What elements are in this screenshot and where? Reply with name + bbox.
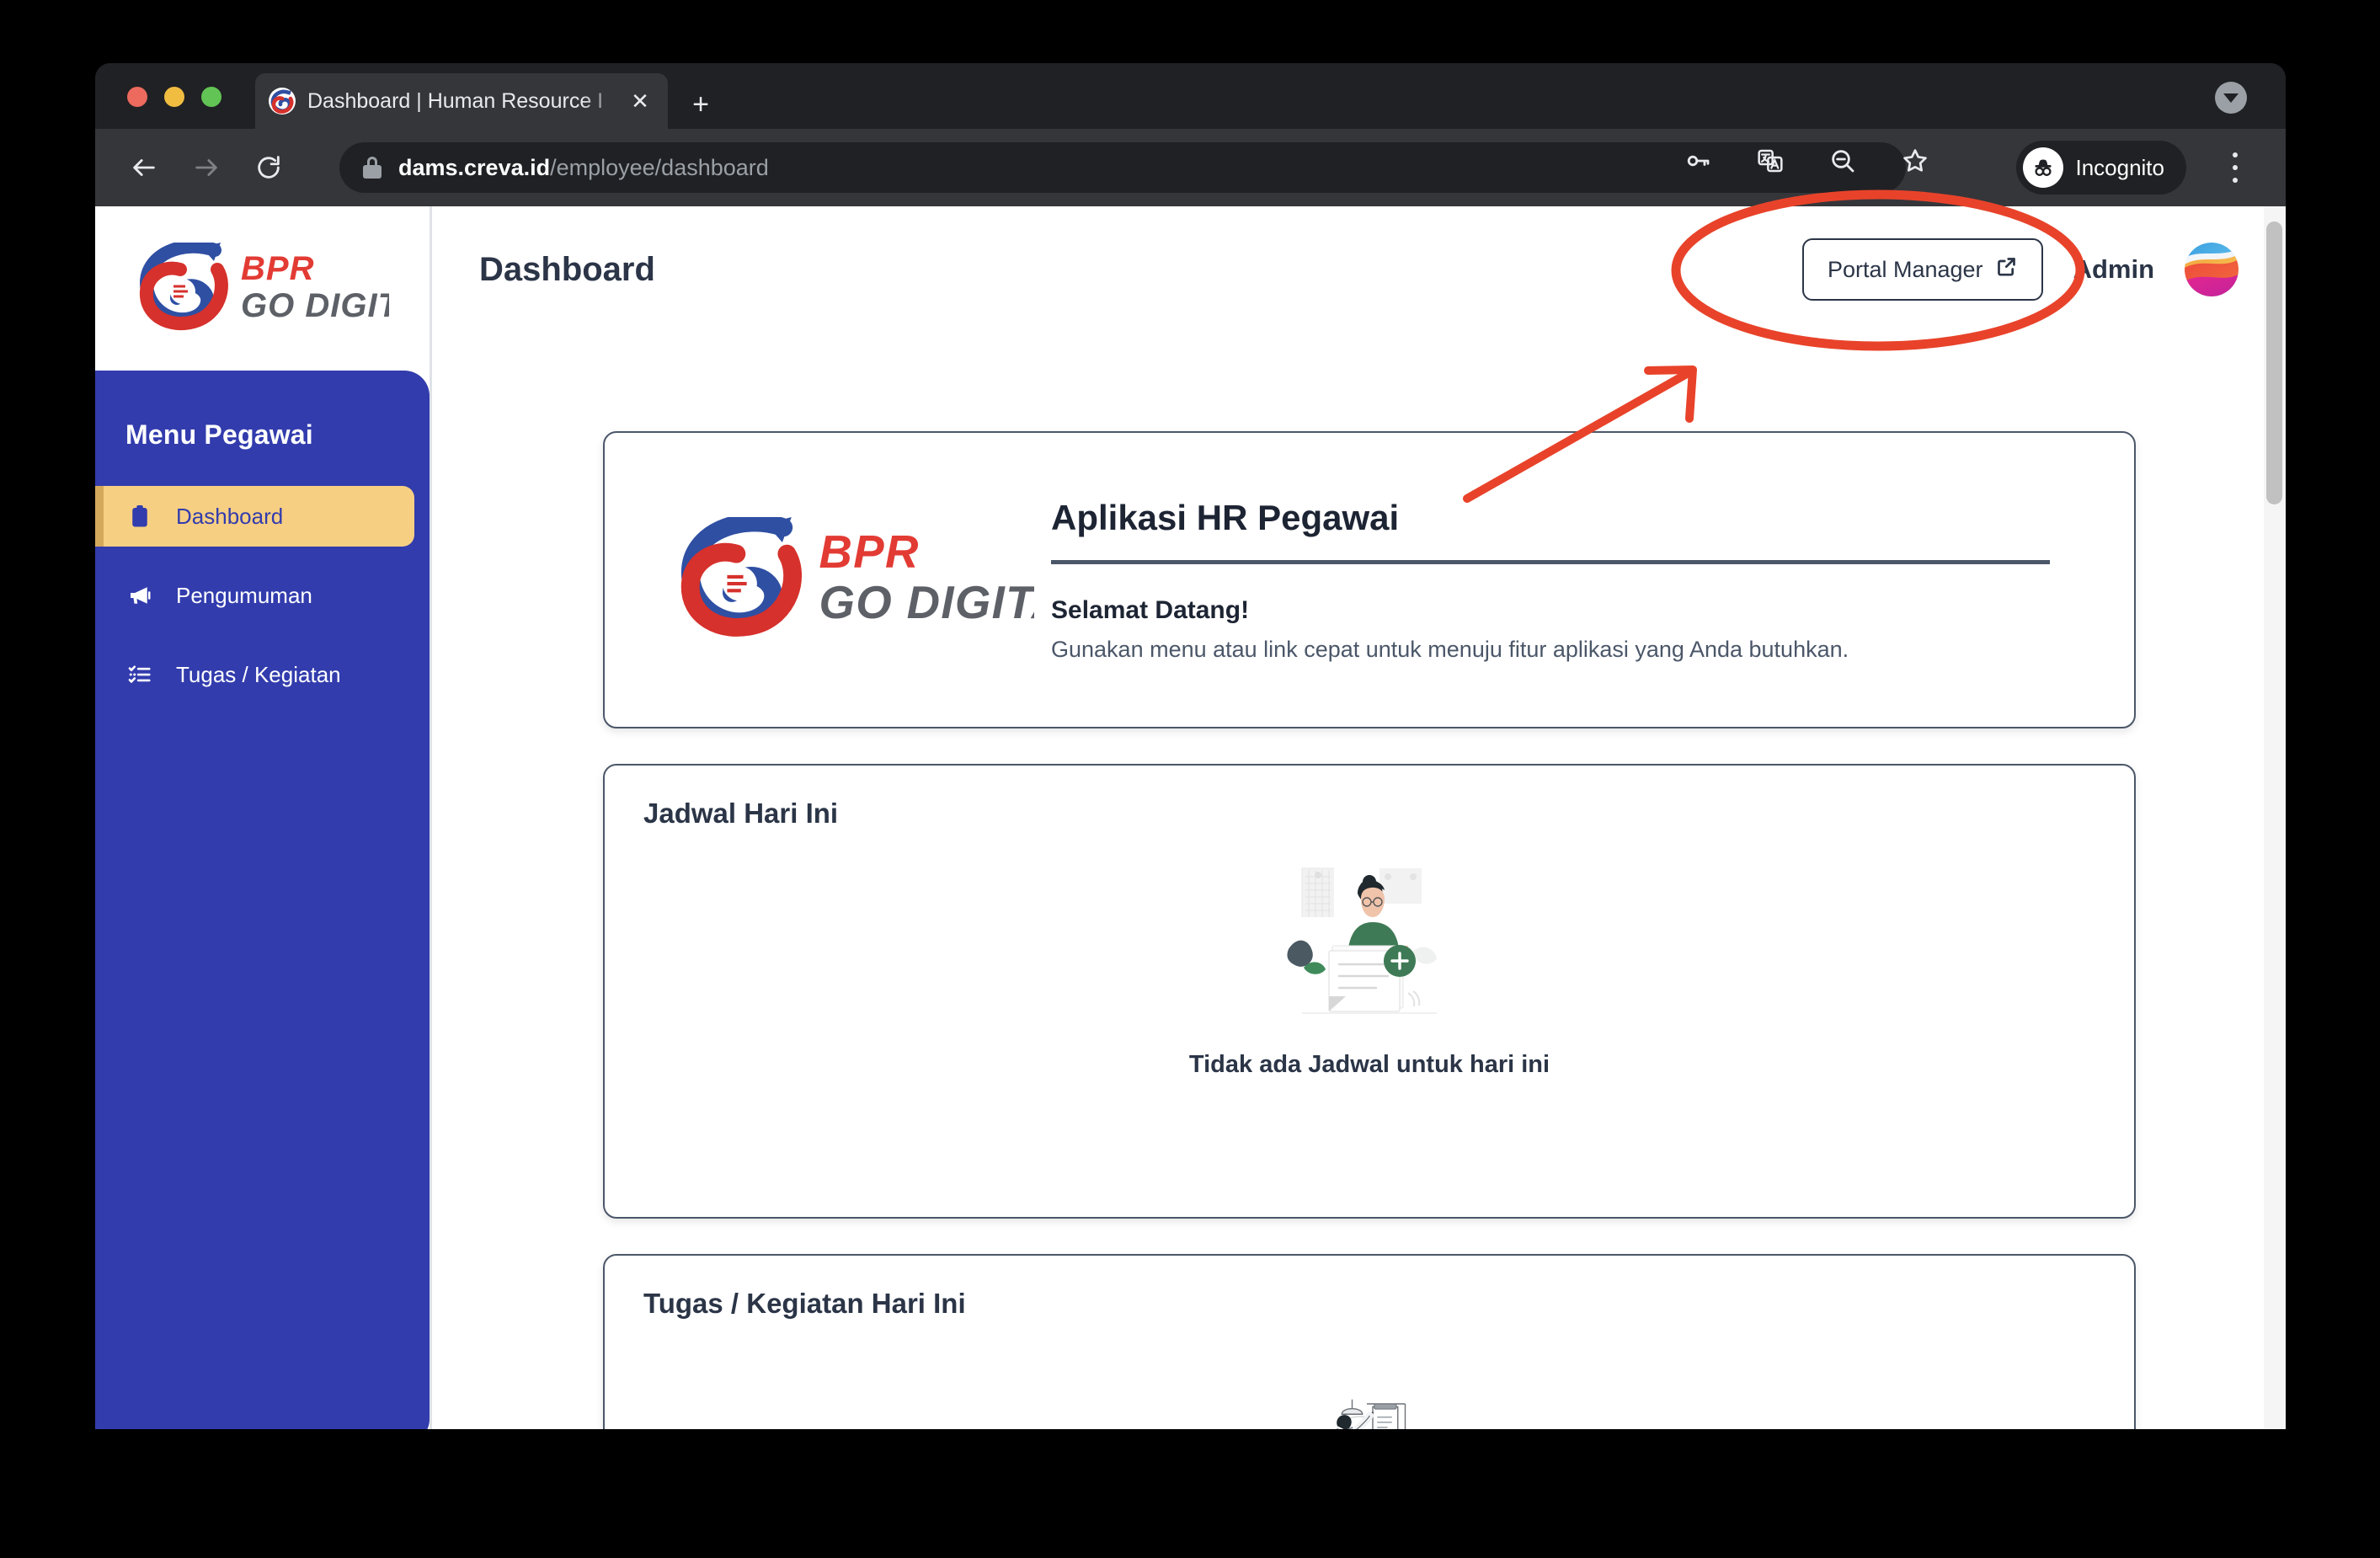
- card-title: Tugas / Kegiatan Hari Ini: [643, 1288, 966, 1319]
- svg-text:BPR: BPR: [819, 526, 920, 578]
- new-tab-button[interactable]: +: [685, 88, 717, 120]
- browser-toolbar: dams.creva.id/employee/dashboard Incogni…: [95, 129, 2286, 206]
- translate-icon[interactable]: [1753, 144, 1787, 178]
- browser-tab-title: Dashboard | Human Resource I: [307, 88, 604, 113]
- url-path: /employee/dashboard: [550, 154, 769, 180]
- password-key-icon[interactable]: [1681, 144, 1715, 178]
- sidebar-item-label: Pengumuman: [176, 582, 312, 608]
- window-traffic-lights: [127, 87, 221, 107]
- back-button[interactable]: [120, 144, 168, 191]
- megaphone-icon: [125, 581, 154, 610]
- welcome-subheading: Selamat Datang!: [1051, 595, 1250, 624]
- person-at-desk-illustration: [1296, 1390, 1443, 1429]
- omnibox-action-icons: [1681, 144, 1932, 178]
- svg-text:GO DIGITAL: GO DIGITAL: [241, 287, 389, 324]
- sidebar-item-pengumuman[interactable]: Pengumuman: [95, 565, 414, 626]
- address-bar[interactable]: dams.creva.id/employee/dashboard: [339, 142, 1906, 193]
- sidebar-menu-title: Menu Pegawai: [125, 419, 313, 450]
- card-title: Jadwal Hari Ini: [643, 798, 839, 829]
- vertical-scrollbar-track[interactable]: [2264, 206, 2286, 1429]
- url-host: dams.creva.id: [398, 154, 551, 180]
- forward-button[interactable]: [183, 144, 230, 191]
- zoom-out-icon[interactable]: [1826, 144, 1860, 178]
- main-content-area: Dashboard Portal Manager Admin BPR GO DI…: [430, 206, 2286, 1429]
- minimize-window-button[interactable]: [164, 87, 184, 107]
- woman-holding-document-illustration: [1285, 858, 1454, 1022]
- browser-tab[interactable]: Dashboard | Human Resource I ✕: [255, 73, 668, 129]
- sidebar-brand-logo[interactable]: BPR GO DIGITAL: [95, 206, 430, 371]
- tugas-kegiatan-hari-ini-card: Tugas / Kegiatan Hari Ini: [603, 1254, 2136, 1429]
- jadwal-empty-caption: Tidak ada Jadwal untuk hari ini: [1188, 1051, 1550, 1078]
- svg-text:GO DIGITAL: GO DIGITAL: [819, 577, 1034, 628]
- clipboard-icon: [125, 502, 154, 531]
- admin-avatar[interactable]: [2185, 243, 2239, 296]
- sidebar-item-label: Dashboard: [176, 503, 284, 529]
- portal-manager-button[interactable]: Portal Manager: [1801, 238, 2043, 301]
- reload-button[interactable]: [245, 144, 292, 191]
- sidebar-item-tugas-kegiatan[interactable]: Tugas / Kegiatan: [95, 644, 414, 705]
- browser-menu-button[interactable]: [2220, 151, 2250, 184]
- lock-icon: [363, 157, 382, 179]
- app-sidebar: BPR GO DIGITAL Menu Pegawai Dashboard: [95, 206, 430, 1429]
- url-text: dams.creva.id/employee/dashboard: [398, 155, 769, 181]
- jadwal-hari-ini-card: Jadwal Hari Ini Tidak ada Jadwal untuk h…: [603, 764, 2136, 1219]
- tab-list-caret-icon[interactable]: [2215, 82, 2247, 114]
- sidebar-menu-panel: Menu Pegawai Dashboard Pengumuman Tugas …: [95, 371, 430, 1429]
- jadwal-empty-state: Tidak ada Jadwal untuk hari ini: [605, 858, 2134, 1079]
- tugas-empty-state: [605, 1390, 2134, 1429]
- sidebar-item-label: Tugas / Kegiatan: [176, 661, 341, 687]
- page-header: Dashboard Portal Manager Admin: [432, 206, 2286, 333]
- external-link-icon: [1995, 255, 2018, 284]
- welcome-card: BPR GO DIGITAL Aplikasi HR Pegawai Selam…: [603, 431, 2136, 728]
- welcome-body-text: Gunakan menu atau link cepat untuk menuj…: [1051, 636, 1849, 662]
- page-title: Dashboard: [479, 250, 655, 288]
- browser-tab-strip: Dashboard | Human Resource I ✕ +: [95, 63, 2286, 129]
- browser-window: Dashboard | Human Resource I ✕ + dams.cr…: [95, 63, 2286, 1429]
- maximize-window-button[interactable]: [201, 87, 221, 107]
- svg-text:BPR: BPR: [241, 250, 314, 287]
- incognito-hat-glasses-icon: [2023, 147, 2064, 188]
- bpr-go-digital-logo: BPR GO DIGITAL: [655, 516, 1043, 643]
- close-tab-button[interactable]: ✕: [626, 87, 654, 115]
- welcome-heading: Aplikasi HR Pegawai: [1051, 497, 1400, 537]
- admin-label: Admin: [2073, 254, 2154, 284]
- header-actions: Portal Manager Admin: [1801, 238, 2239, 301]
- sidebar-item-dashboard[interactable]: Dashboard: [95, 486, 414, 547]
- incognito-profile-chip[interactable]: Incognito: [2016, 141, 2186, 195]
- page-viewport: BPR GO DIGITAL Menu Pegawai Dashboard: [95, 206, 2286, 1429]
- bpr-go-digital-favicon: [269, 88, 296, 115]
- close-window-button[interactable]: [127, 87, 147, 107]
- vertical-scrollbar-thumb[interactable]: [2266, 221, 2282, 504]
- welcome-divider: [1051, 559, 2050, 564]
- list-check-icon: [125, 660, 154, 689]
- portal-manager-label: Portal Manager: [1827, 256, 1983, 282]
- incognito-profile-label: Incognito: [2075, 154, 2164, 180]
- bookmark-star-icon[interactable]: [1898, 144, 1932, 178]
